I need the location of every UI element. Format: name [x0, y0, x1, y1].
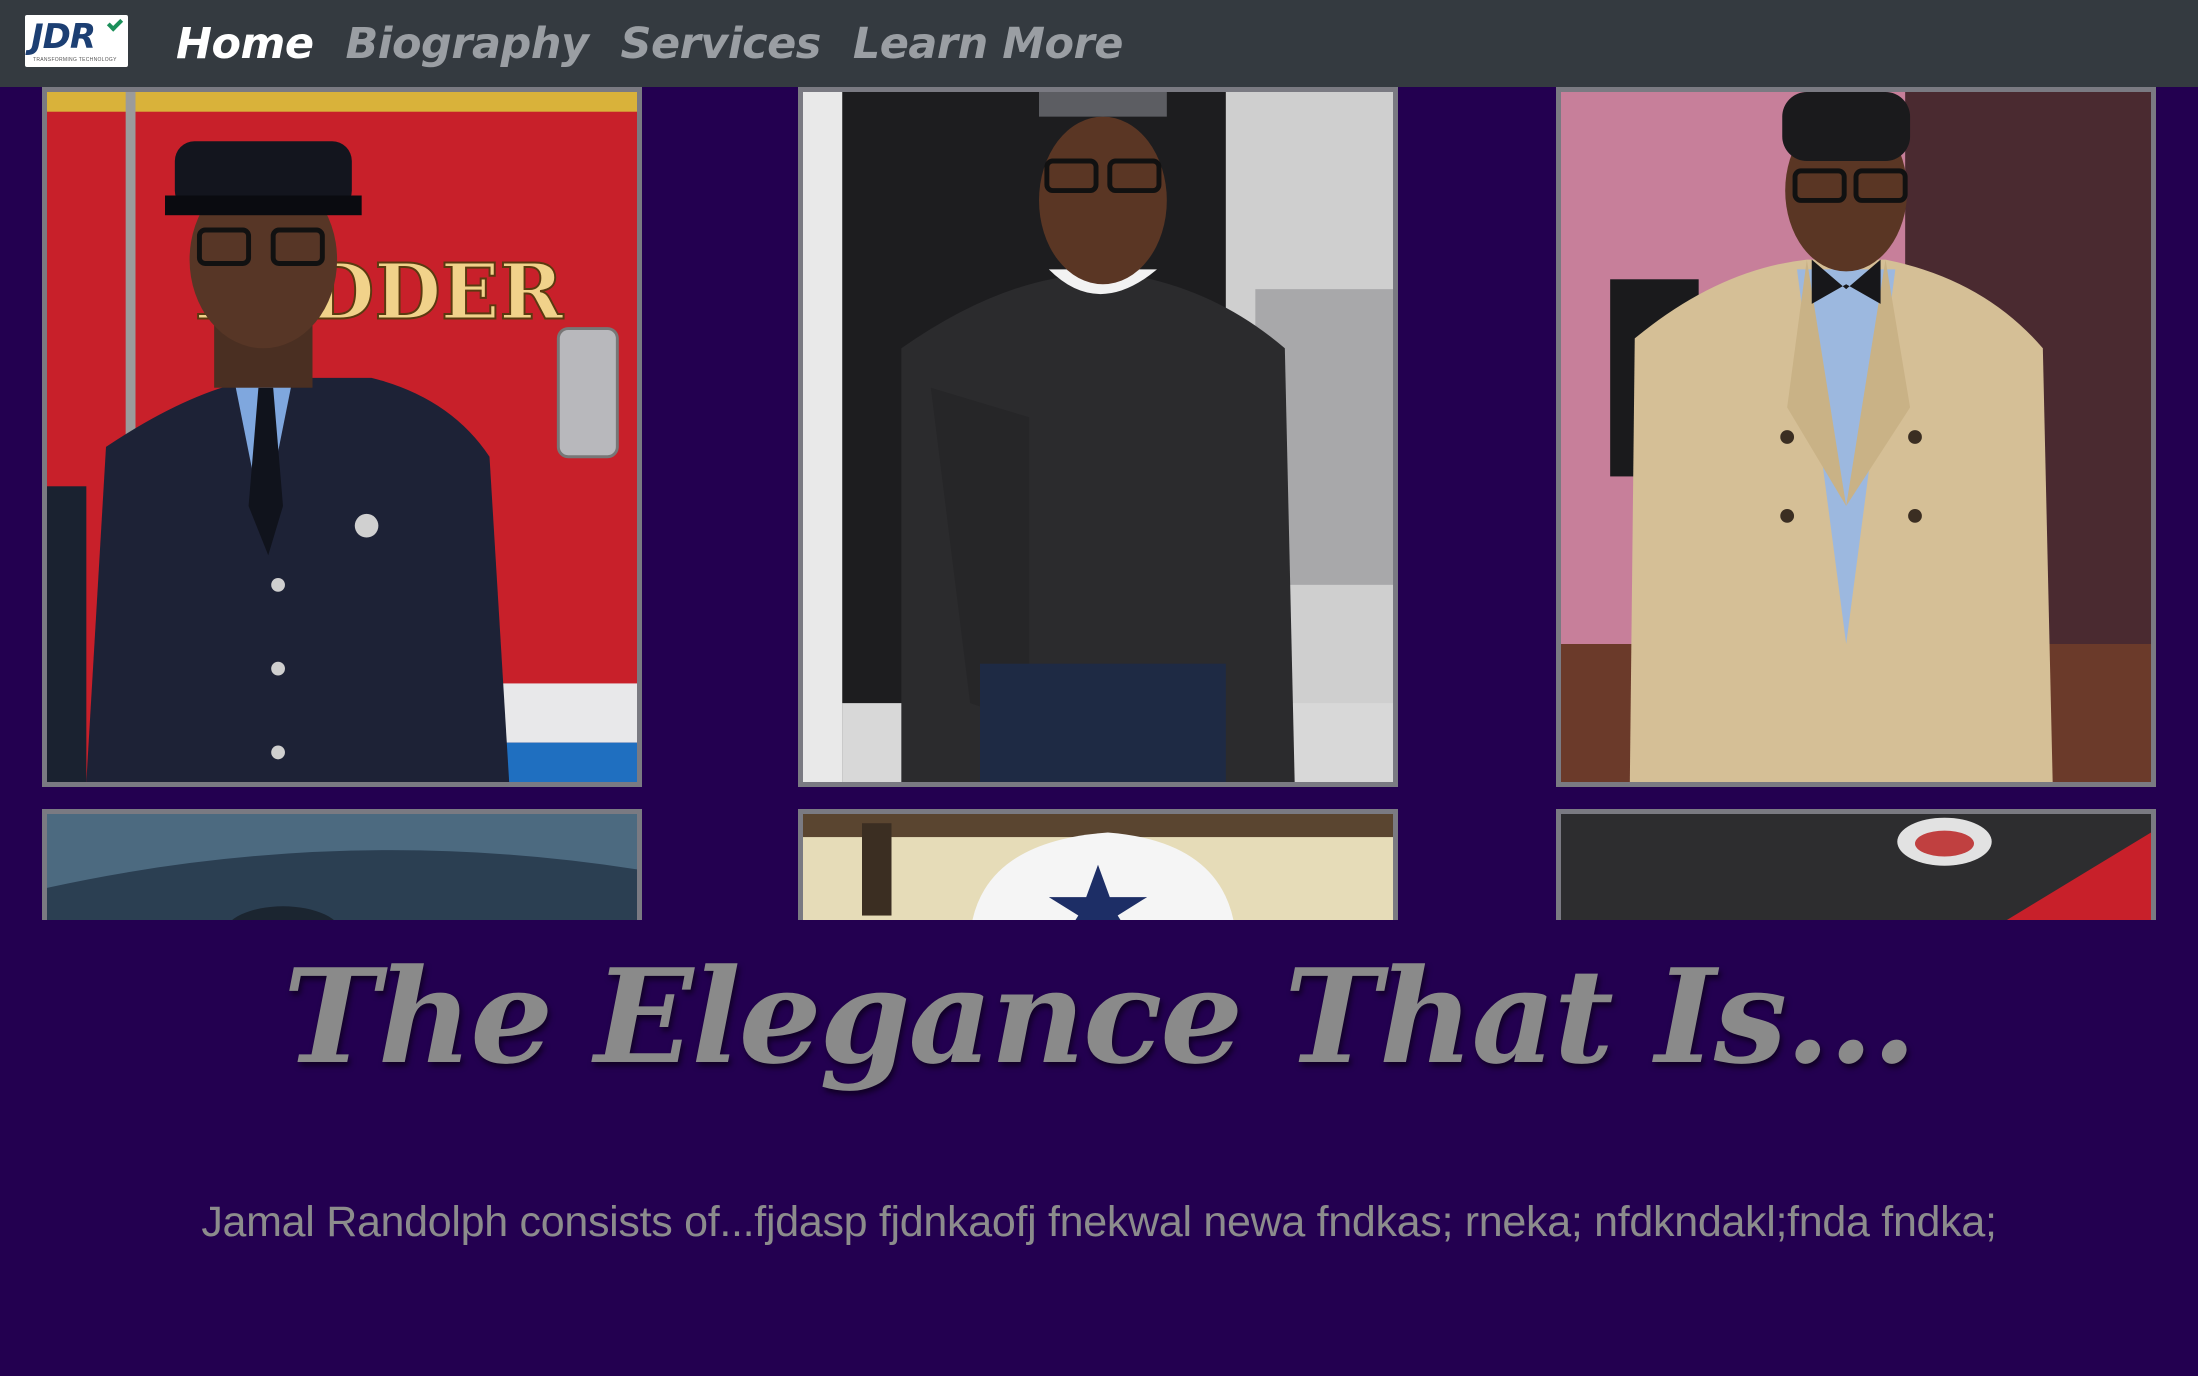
hero-body-text: Jamal Randolph consists of...fjdasp fjdn…	[201, 1198, 1997, 1246]
brand-logo[interactable]: JDR TRANSFORMING TECHNOLOGY	[25, 15, 128, 67]
ceiling-light-image	[1561, 814, 2151, 920]
trench-coat-image	[1561, 92, 2151, 782]
nav-link-biography[interactable]: Biography	[346, 19, 589, 69]
hero-section: The Elegance That Is... Jamal Randolph c…	[0, 920, 2198, 1376]
cap-image	[47, 814, 637, 920]
checkmark-icon	[106, 15, 124, 32]
photo-cowboys-hat[interactable]	[798, 809, 1398, 920]
hero-title: The Elegance That Is...	[283, 940, 1917, 1093]
cowboys-hat-image	[803, 814, 1393, 920]
photo-dark-sweater[interactable]	[798, 87, 1398, 787]
logo-subtext: TRANSFORMING TECHNOLOGY	[33, 57, 117, 63]
photo-cap-blue[interactable]	[42, 809, 642, 920]
photo-gallery: LADDER	[0, 87, 2198, 920]
nav-link-home[interactable]: Home	[176, 19, 314, 69]
firefighter-image: LADDER	[47, 92, 637, 782]
nav-links: Home Biography Services Learn More	[176, 0, 1123, 87]
photo-ceiling-light[interactable]	[1556, 809, 2156, 920]
navbar: JDR TRANSFORMING TECHNOLOGY Home Biograp…	[0, 0, 2198, 87]
photo-firefighter-uniform[interactable]: LADDER	[42, 87, 642, 787]
sweater-image	[803, 92, 1393, 782]
nav-link-learn-more[interactable]: Learn More	[853, 19, 1124, 69]
nav-link-services[interactable]: Services	[620, 19, 821, 69]
logo-text: JDR	[31, 17, 96, 57]
photo-trench-coat-bowtie[interactable]	[1556, 87, 2156, 787]
